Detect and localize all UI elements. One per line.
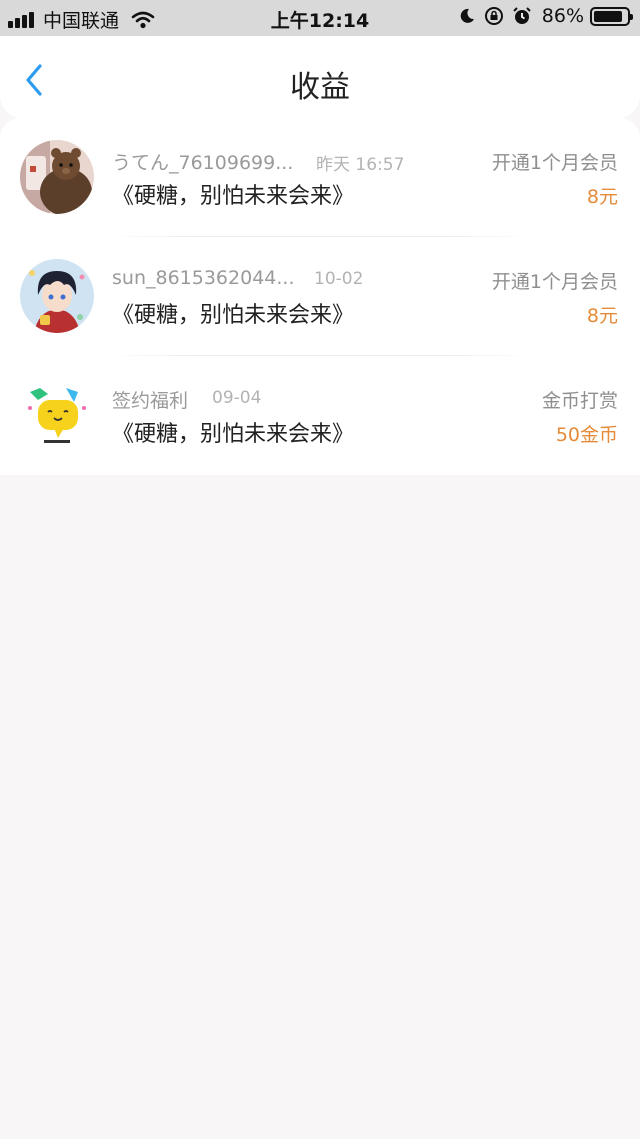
status-right: 86%	[450, 5, 633, 27]
list-item[interactable]: うてん_76109699... 昨天 16:57 《硬糖，别怕未来会来》 开通1…	[0, 118, 640, 237]
user-name: sun_8615362044...	[112, 267, 295, 289]
book-title: 《硬糖，别怕未来会来》	[112, 422, 355, 447]
rotation-lock-icon	[484, 7, 503, 25]
nav-bar: 收益	[0, 36, 640, 118]
income-type: 金币打赏	[541, 390, 618, 412]
income-amount: 8元	[586, 186, 618, 208]
moon-icon	[460, 8, 474, 23]
battery-level	[594, 10, 622, 22]
income-type: 开通1个月会员	[491, 152, 618, 174]
book-title: 《硬糖，别怕未来会来》	[112, 184, 355, 209]
battery-percent: 86%	[541, 5, 584, 27]
timestamp: 09-04	[212, 388, 262, 408]
earnings-list: うてん_76109699... 昨天 16:57 《硬糖，别怕未来会来》 开通1…	[0, 118, 640, 475]
user-name: 签约福利	[112, 390, 189, 412]
yellow-chat-bubble-avatar-image	[20, 378, 94, 452]
bear-avatar-image	[20, 140, 94, 214]
page-title: 收益	[290, 70, 350, 105]
book-title: 《硬糖，别怕未来会来》	[112, 303, 355, 328]
income-type: 开通1个月会员	[491, 271, 618, 293]
income-amount: 8元	[586, 305, 618, 327]
alarm-icon	[513, 7, 531, 24]
battery-icon	[590, 6, 633, 26]
user-name: うてん_76109699...	[112, 152, 294, 174]
avatar	[20, 140, 94, 214]
list-item[interactable]: 签约福利 09-04 《硬糖，别怕未来会来》 金币打赏 50金币	[0, 356, 640, 475]
anime-boy-avatar-image	[20, 259, 94, 333]
avatar	[20, 259, 94, 333]
list-item[interactable]: sun_8615362044... 10-02 《硬糖，别怕未来会来》 开通1个…	[0, 237, 640, 356]
timestamp: 昨天 16:57	[316, 155, 405, 175]
status-bar: 中国联通 上午12:14 86%	[0, 0, 640, 36]
avatar	[20, 378, 94, 452]
income-amount: 50金币	[555, 424, 618, 446]
timestamp: 10-02	[314, 269, 364, 289]
empty-area	[0, 475, 640, 1139]
